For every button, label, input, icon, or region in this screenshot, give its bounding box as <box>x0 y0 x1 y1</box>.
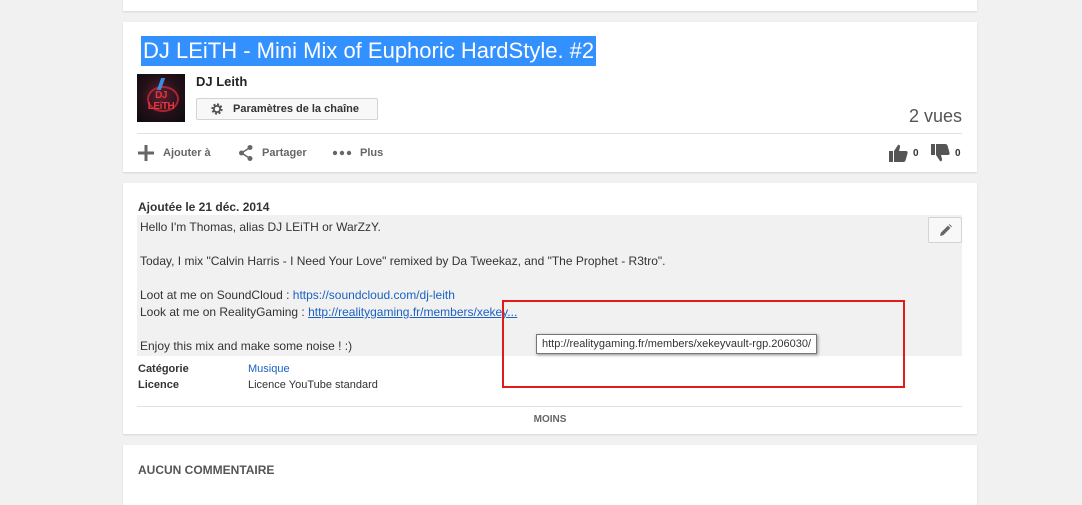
description-line: Today, I mix "Calvin Harris - I Need You… <box>140 254 666 268</box>
more-label: Plus <box>360 147 384 159</box>
description-line: Hello I'm Thomas, alias DJ LEiTH or WarZ… <box>140 220 381 234</box>
channel-avatar[interactable]: DJ LEiTH <box>137 74 185 122</box>
action-bar: Ajouter à Partager Plus 0 0 <box>137 142 962 168</box>
video-header-card: DJ LEiTH - Mini Mix of Euphoric HardStyl… <box>123 22 977 172</box>
add-to-button[interactable]: Ajouter à <box>137 142 211 164</box>
share-button[interactable]: Partager <box>238 142 307 164</box>
plus-icon <box>138 145 154 161</box>
thumbs-down-icon <box>931 144 950 162</box>
share-label: Partager <box>262 147 307 159</box>
pencil-icon <box>940 224 952 236</box>
divider <box>137 406 962 407</box>
dislike-count: 0 <box>955 147 961 159</box>
previous-card <box>123 0 977 11</box>
gear-icon <box>211 103 223 115</box>
realitygaming-link[interactable]: http://realitygaming.fr/members/xekey... <box>308 305 517 319</box>
view-count: 2 vues <box>908 106 962 126</box>
license-value: Licence YouTube standard <box>248 379 378 391</box>
comments-title: AUCUN COMMENTAIRE <box>138 463 275 477</box>
avatar-logo-text: DJ LEiTH <box>147 90 175 112</box>
more-dots-icon <box>332 150 352 156</box>
edit-description-button[interactable] <box>928 217 962 243</box>
description-line: Look at me on RealityGaming : <box>140 305 309 319</box>
dislike-button[interactable]: 0 <box>931 144 961 162</box>
comments-card: AUCUN COMMENTAIRE <box>123 445 977 505</box>
show-less-button[interactable]: MOINS <box>123 414 977 425</box>
like-button[interactable]: 0 <box>889 144 919 162</box>
category-label: Catégorie <box>138 363 189 375</box>
description-line: Enjoy this mix and make some noise ! :) <box>140 339 353 353</box>
soundcloud-link[interactable]: https://soundcloud.com/dj-leith <box>293 288 455 302</box>
add-to-label: Ajouter à <box>163 147 211 159</box>
channel-name[interactable]: DJ Leith <box>196 74 247 89</box>
like-count: 0 <box>913 147 919 159</box>
more-button[interactable]: Plus <box>332 142 383 164</box>
publish-date: Ajoutée le 21 déc. 2014 <box>138 200 270 214</box>
license-label: Licence <box>138 379 179 391</box>
thumbs-up-icon <box>889 144 908 162</box>
video-title: DJ LEiTH - Mini Mix of Euphoric HardStyl… <box>141 36 597 66</box>
channel-settings-button[interactable]: Paramètres de la chaîne <box>196 98 378 120</box>
description-line: Loot at me on SoundCloud : <box>140 288 293 302</box>
category-value[interactable]: Musique <box>248 363 290 375</box>
channel-settings-label: Paramètres de la chaîne <box>233 103 359 115</box>
share-icon <box>239 145 253 161</box>
divider <box>137 133 962 134</box>
highlight-box <box>502 300 905 388</box>
